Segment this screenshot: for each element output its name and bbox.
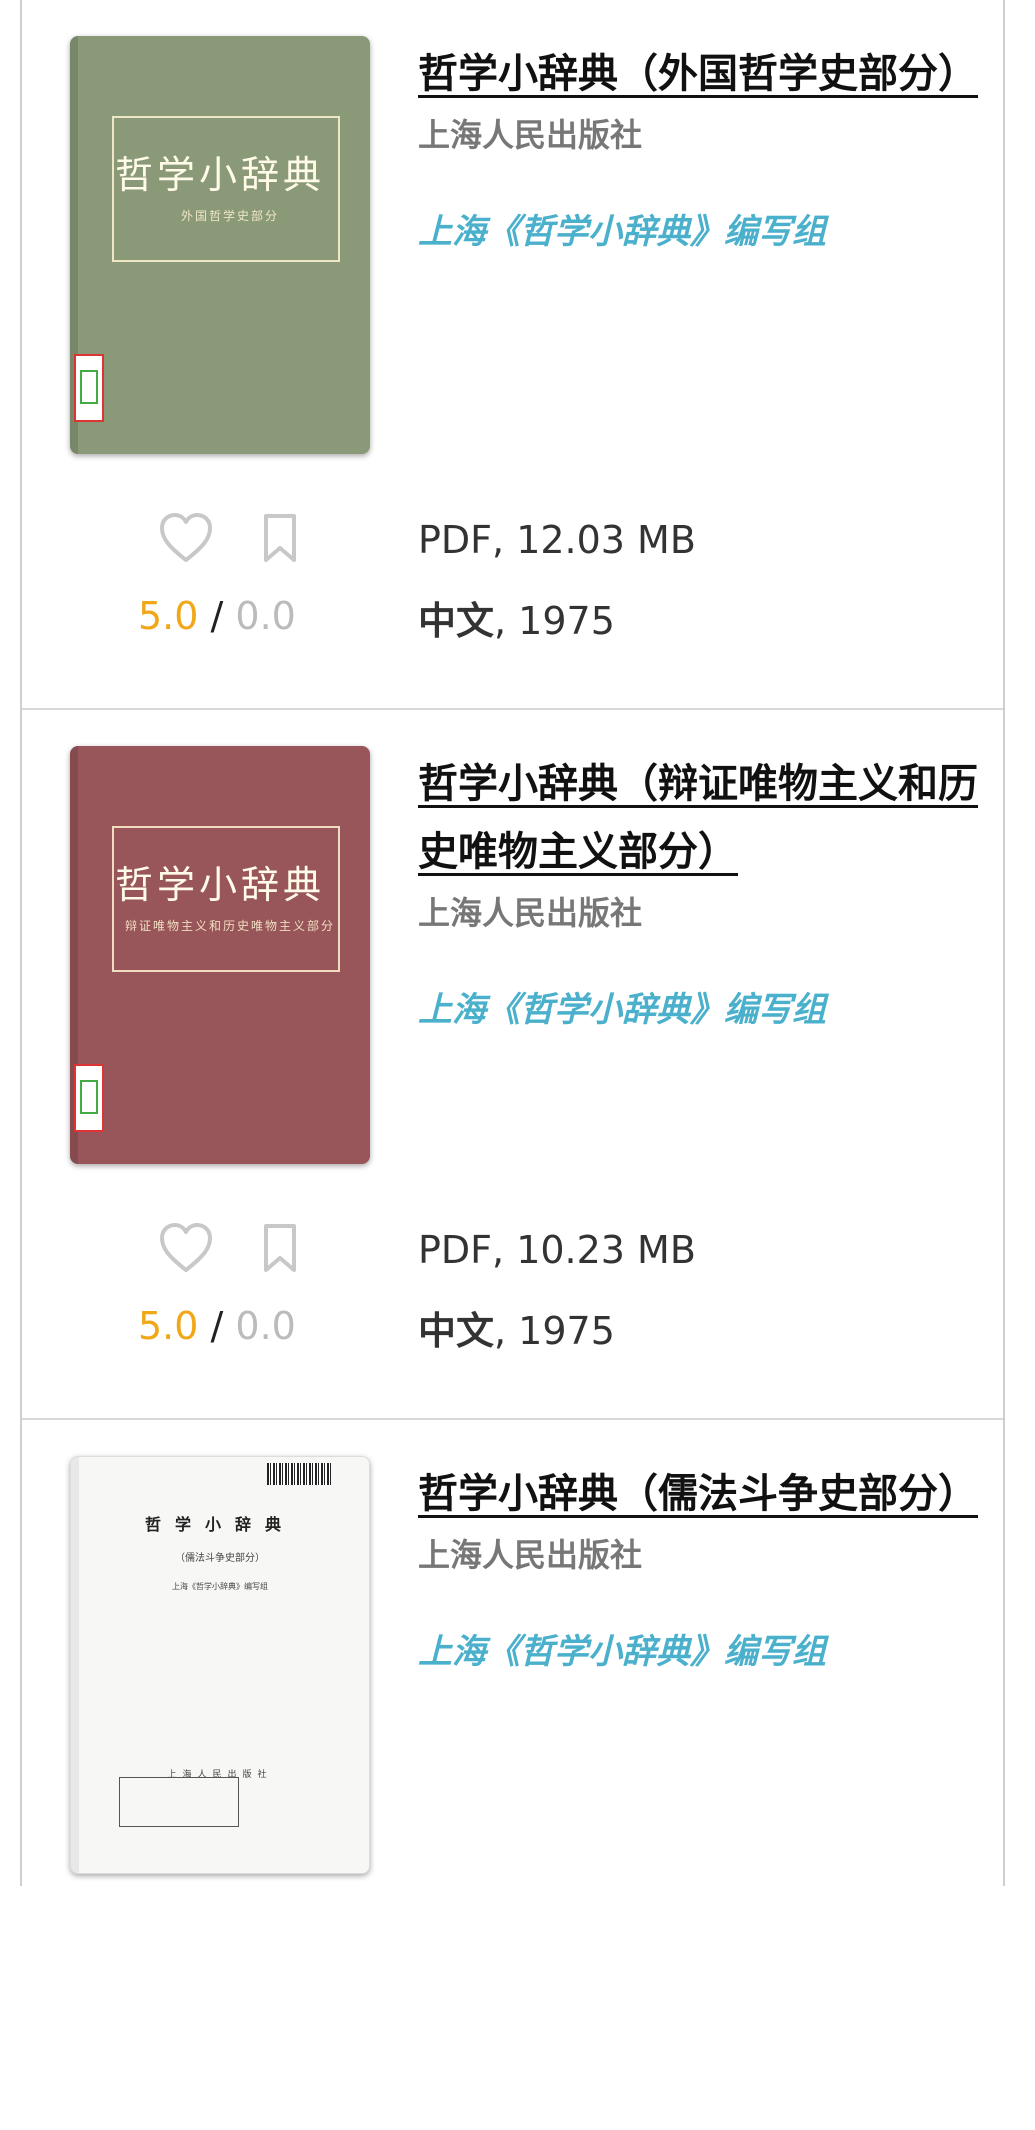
cover-title: 哲学小辞典	[114, 153, 325, 197]
heart-icon[interactable]	[158, 1222, 214, 1278]
library-label	[74, 1064, 104, 1132]
book-rating: 5.0 / 0.0	[138, 1304, 296, 1348]
book-publisher: 上海人民出版社	[418, 894, 643, 932]
book-rating: 5.0 / 0.0	[138, 594, 296, 638]
book-title[interactable]: 哲学小辞典（外国哲学史部分）	[418, 40, 978, 108]
bookmark-icon[interactable]	[260, 512, 300, 568]
book-info: 哲学小辞典（辩证唯物主义和历史唯物主义部分） 上海人民出版社 上海《哲学小辞典》…	[418, 750, 978, 1031]
rating-value: 5.0	[138, 594, 199, 638]
book-publisher: 上海人民出版社	[418, 1536, 643, 1574]
book-year: , 1975	[494, 1309, 615, 1353]
book-title[interactable]: 哲学小辞典（辩证唯物主义和历史唯物主义部分）	[418, 750, 978, 886]
file-info: PDF, 10.23 MB	[418, 1228, 696, 1272]
book-card: 哲学小辞典 辩证唯物主义和历史唯物主义部分 哲学小辞典（辩证唯物主义和历史唯物主…	[22, 710, 1003, 1420]
file-info: PDF, 12.03 MB	[418, 518, 696, 562]
language-year: 中文, 1975	[418, 590, 615, 645]
book-info: 哲学小辞典（外国哲学史部分） 上海人民出版社 上海《哲学小辞典》编写组	[418, 40, 978, 253]
cover-subtitle: 外国哲学史部分	[180, 209, 279, 223]
book-author[interactable]: 上海《哲学小辞典》编写组	[418, 1624, 978, 1673]
book-cover[interactable]: 哲学小辞典 外国哲学史部分	[70, 36, 370, 454]
quality-value: 0.0	[235, 594, 296, 638]
book-author[interactable]: 上海《哲学小辞典》编写组	[418, 204, 978, 253]
rating-value: 5.0	[138, 1304, 199, 1348]
library-stamp	[119, 1777, 239, 1827]
book-actions	[138, 512, 338, 572]
book-info: 哲学小辞典（儒法斗争史部分） 上海人民出版社 上海《哲学小辞典》编写组	[418, 1460, 978, 1673]
book-publisher: 上海人民出版社	[418, 116, 643, 154]
cover-title: 哲学小辞典	[144, 1515, 295, 1534]
rating-separator: /	[198, 594, 236, 638]
barcode	[267, 1463, 331, 1485]
heart-icon[interactable]	[158, 512, 214, 568]
quality-value: 0.0	[235, 1304, 296, 1348]
book-cover[interactable]: 哲学小辞典 （儒法斗争史部分） 上海《哲学小辞典》编写组 上海人民出版社	[70, 1456, 370, 1874]
book-title[interactable]: 哲学小辞典（儒法斗争史部分）	[418, 1460, 978, 1528]
book-year: , 1975	[494, 599, 615, 643]
bookmark-icon[interactable]	[260, 1222, 300, 1278]
cover-editor: 上海《哲学小辞典》编写组	[172, 1582, 268, 1591]
book-language: 中文	[418, 598, 495, 643]
book-author[interactable]: 上海《哲学小辞典》编写组	[418, 982, 978, 1031]
language-year: 中文, 1975	[418, 1300, 615, 1355]
book-list: 哲学小辞典 外国哲学史部分 哲学小辞典（外国哲学史部分） 上海人民出版社 上海《…	[20, 0, 1005, 1886]
library-label	[74, 354, 104, 422]
rating-separator: /	[198, 1304, 236, 1348]
cover-title: 哲学小辞典	[114, 863, 325, 907]
cover-subtitle: （儒法斗争史部分）	[175, 1553, 265, 1564]
cover-subtitle: 辩证唯物主义和历史唯物主义部分	[124, 919, 335, 933]
book-card: 哲学小辞典 外国哲学史部分 哲学小辞典（外国哲学史部分） 上海人民出版社 上海《…	[22, 0, 1003, 710]
book-cover[interactable]: 哲学小辞典 辩证唯物主义和历史唯物主义部分	[70, 746, 370, 1164]
book-language: 中文	[418, 1308, 495, 1353]
book-card: 哲学小辞典 （儒法斗争史部分） 上海《哲学小辞典》编写组 上海人民出版社 哲学小…	[22, 1420, 1003, 2130]
book-actions	[138, 1222, 338, 1282]
